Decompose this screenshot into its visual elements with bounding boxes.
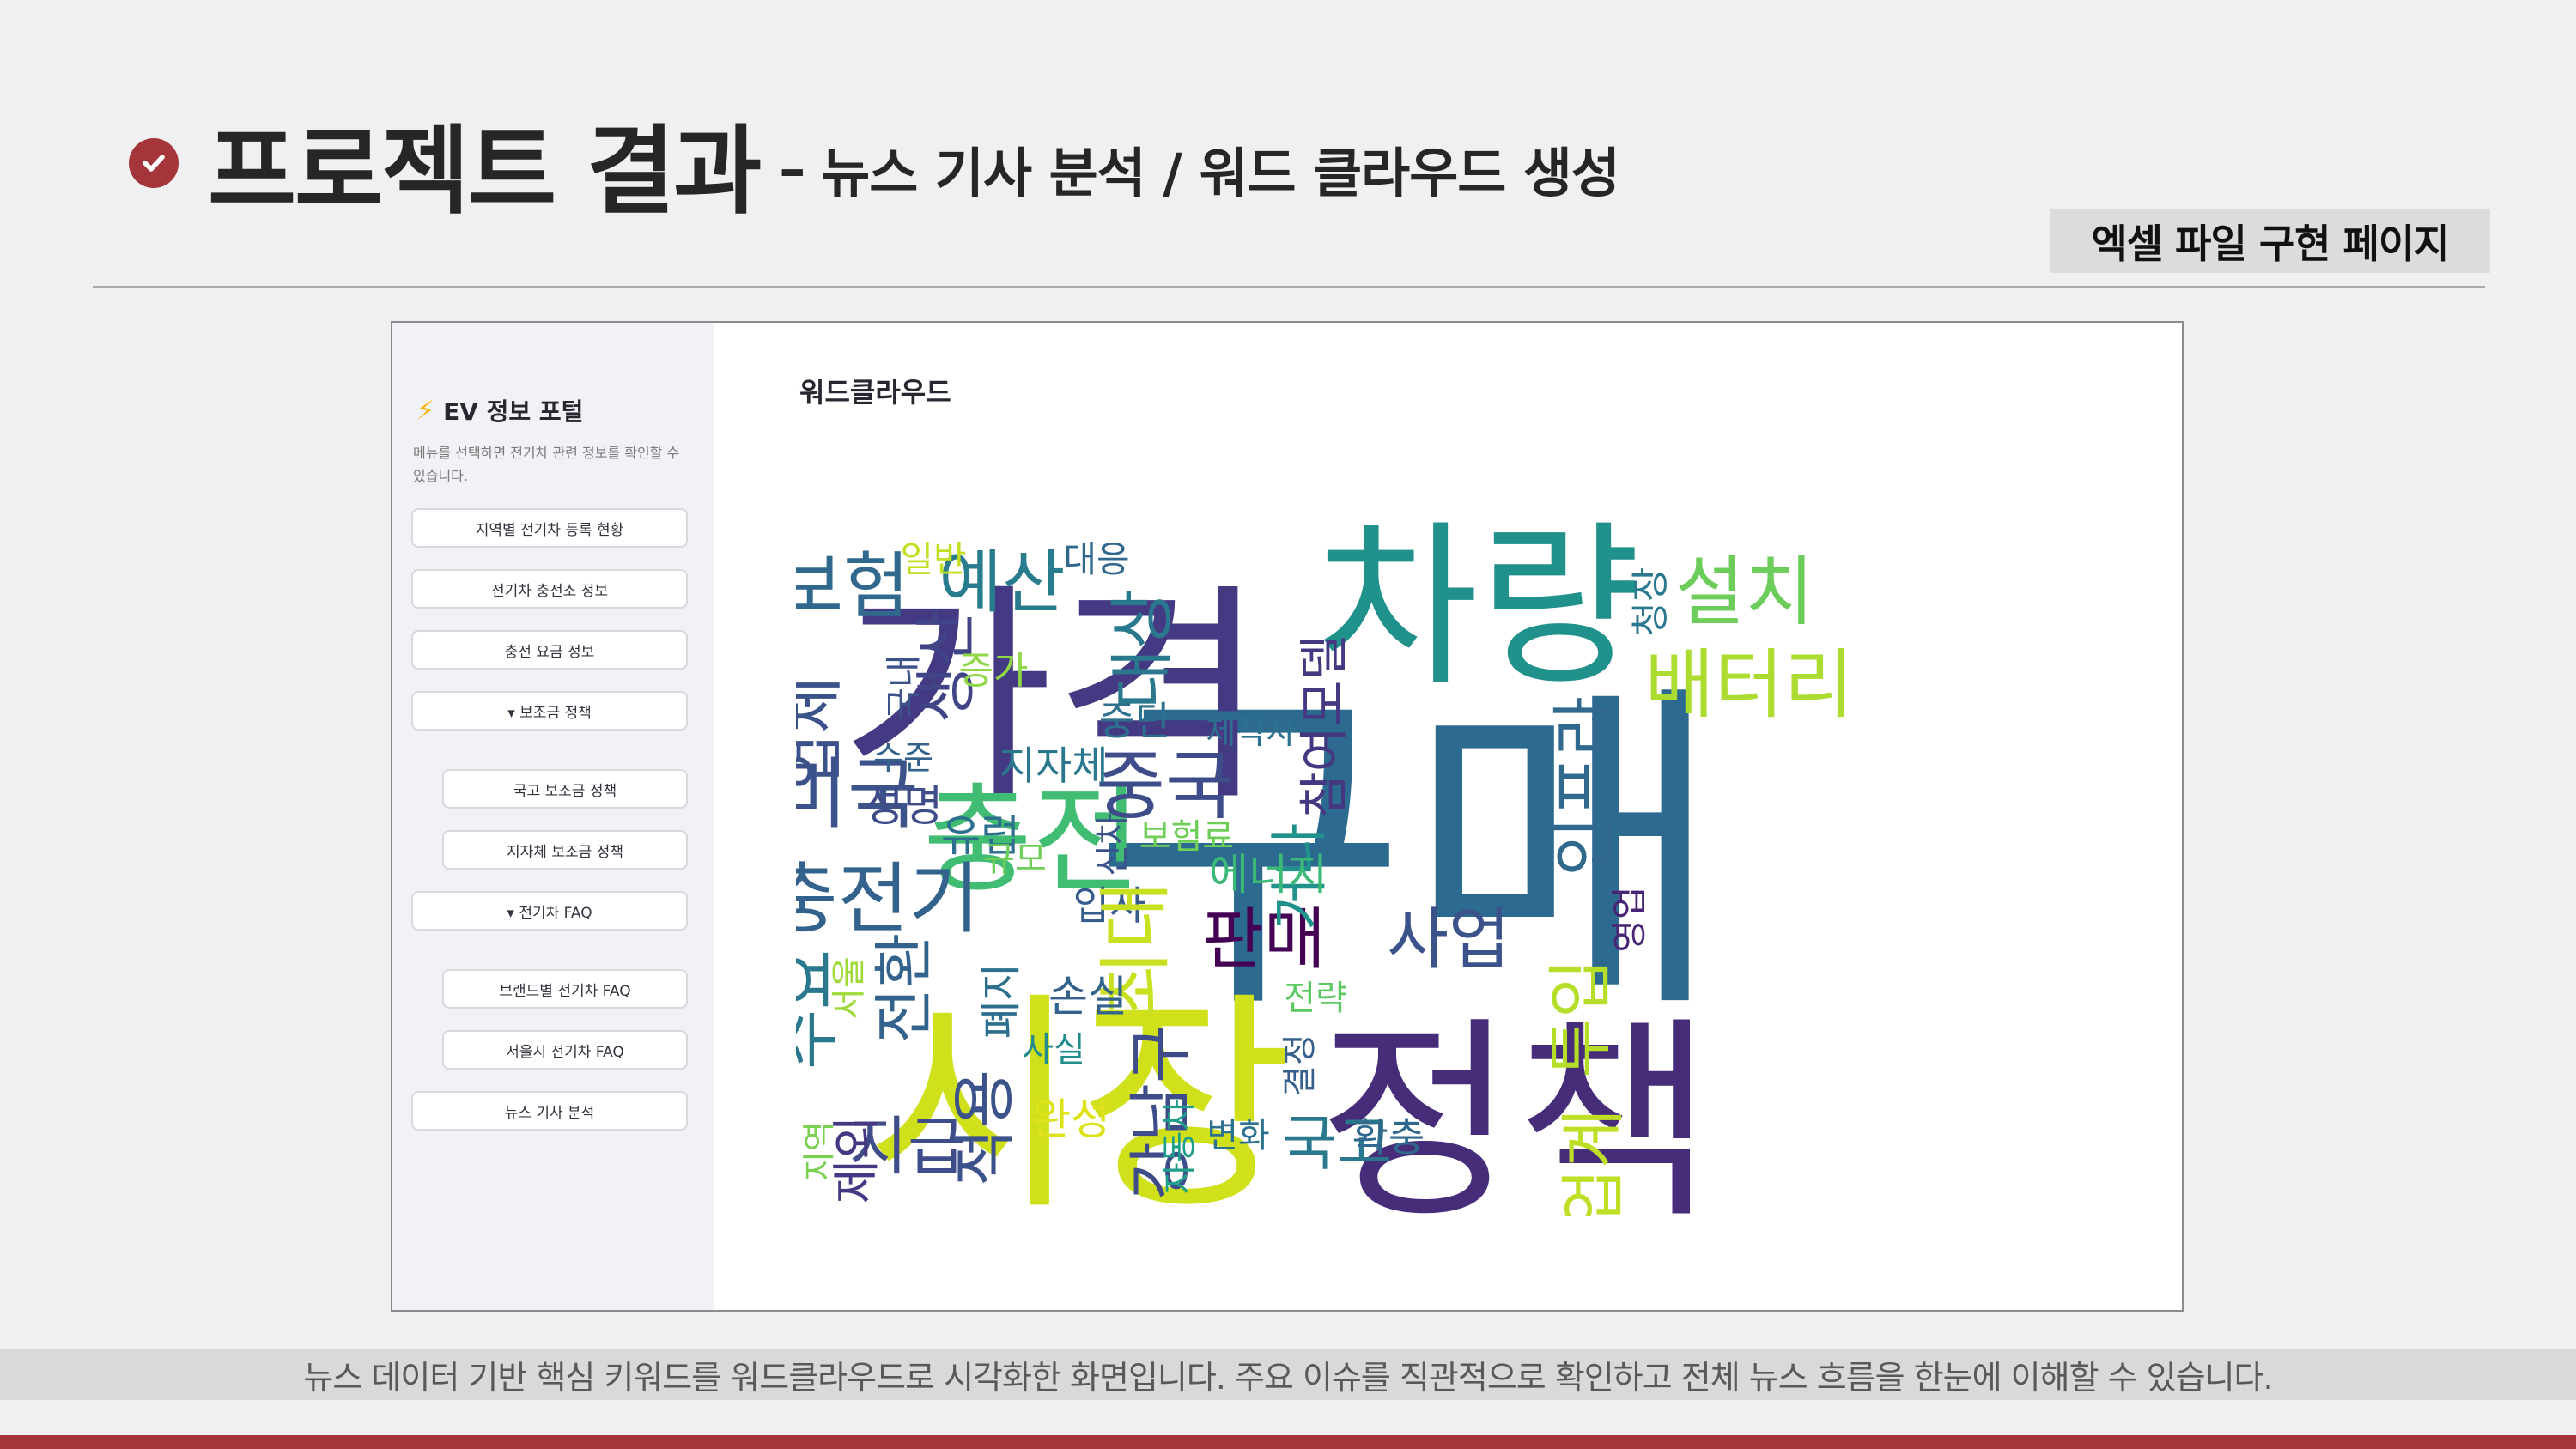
app-screenshot: ⚡ EV 정보 포털 메뉴를 선택하면 전기차 관련 정보를 확인할 수 있습니… bbox=[391, 321, 2184, 1312]
word: 완성 bbox=[1031, 1094, 1110, 1144]
title-separator: – bbox=[779, 136, 806, 200]
menu-charging-fees[interactable]: 충전 요금 정보 bbox=[411, 630, 688, 670]
word: 결정 bbox=[1280, 1034, 1320, 1097]
menu-charging-stations[interactable]: 전기차 충전소 정보 bbox=[411, 569, 688, 609]
word: 인프라 bbox=[1546, 696, 1623, 876]
caption-bar: 뉴스 데이터 기반 핵심 키워드를 워드클라우드로 시각화한 화면입니다. 주요… bbox=[0, 1349, 2576, 1400]
word: 업체 bbox=[796, 676, 849, 790]
menu-ev-faq[interactable]: ▾ 전기차 FAQ bbox=[411, 891, 688, 931]
wordcloud-heading: 워드클라우드 bbox=[799, 376, 951, 409]
word: 사실 bbox=[1022, 1030, 1085, 1070]
menu-national-subsidy[interactable]: 국고 보조금 정책 bbox=[442, 769, 688, 809]
word: 제작사 bbox=[1206, 713, 1297, 751]
check-circle-icon bbox=[129, 138, 179, 188]
word: 보험 bbox=[796, 544, 909, 628]
word: 청장 bbox=[1629, 567, 1673, 637]
lightning-icon: ⚡ bbox=[416, 395, 435, 426]
word: 자동차 bbox=[1160, 1100, 1200, 1194]
menu-brand-faq[interactable]: 브랜드별 전기차 FAQ bbox=[442, 969, 688, 1009]
word: 충전기 bbox=[796, 854, 980, 944]
word: 서울 bbox=[829, 956, 869, 1020]
word: 사업 bbox=[1387, 901, 1510, 979]
word: 설치 bbox=[1675, 548, 1814, 636]
bottom-accent-bar bbox=[0, 1435, 2576, 1449]
word: 수준 bbox=[873, 739, 933, 777]
word: 지자체 bbox=[999, 743, 1109, 789]
word: 전략 bbox=[1284, 979, 1347, 1018]
word: 손실 bbox=[1048, 972, 1127, 1022]
word: 적용 bbox=[948, 1070, 1022, 1186]
word: 참여모델 bbox=[1295, 634, 1353, 817]
word: 확충 bbox=[1352, 1114, 1425, 1161]
title-row: 프로젝트 결과 – 뉴스 기사 분석 / 워드 클라우드 생성 bbox=[129, 103, 1620, 227]
menu-subsidy-policy[interactable]: ▾ 보조금 정책 bbox=[411, 691, 688, 731]
word: 국내 bbox=[883, 654, 925, 720]
word: 변화 bbox=[1206, 1116, 1270, 1155]
word: 배터리 bbox=[1645, 640, 1854, 729]
word: 대상 bbox=[1104, 589, 1181, 709]
slide-title: 프로젝트 결과 bbox=[208, 116, 762, 227]
wordcloud-image: 구매 가격 시장 정책 차량 충전 배터리 설치 보험 예산 대상 충전기 미국… bbox=[796, 506, 1854, 1216]
word: 대응 bbox=[1063, 538, 1129, 580]
word: 영업 bbox=[1608, 886, 1650, 952]
word: 투입 bbox=[1542, 958, 1619, 1078]
word: 에너지 bbox=[1209, 850, 1327, 900]
portal-description: 메뉴를 선택하면 전기차 관련 정보를 확인할 수 있습니다. bbox=[413, 445, 680, 484]
menu-local-subsidy[interactable]: 지자체 보조금 정책 bbox=[442, 830, 688, 870]
menu-region-registration[interactable]: 지역별 전기차 등록 현황 bbox=[411, 508, 688, 548]
word: 차량 bbox=[1316, 506, 1640, 710]
word: 성명 bbox=[864, 781, 943, 831]
word: 폐지 bbox=[977, 963, 1025, 1039]
slide-subtitle: 뉴스 기사 분석 / 워드 클라우드 생성 bbox=[821, 142, 1620, 204]
word: 규모 bbox=[983, 840, 1047, 879]
menu-seoul-faq[interactable]: 서울시 전기차 FAQ bbox=[442, 1030, 688, 1070]
word: 중단 bbox=[1099, 698, 1172, 744]
sidebar: ⚡ EV 정보 포털 메뉴를 선택하면 전기차 관련 정보를 확인할 수 있습니… bbox=[392, 323, 714, 1310]
portal-title: ⚡ EV 정보 포털 bbox=[416, 393, 583, 427]
word: 정책 bbox=[1318, 997, 1713, 1216]
portal-title-text: EV 정보 포털 bbox=[443, 397, 584, 426]
menu-news-analysis[interactable]: 뉴스 기사 분석 bbox=[411, 1091, 688, 1131]
word: 제외 bbox=[829, 1115, 885, 1203]
word: 증가 bbox=[959, 649, 1029, 693]
excel-page-badge: 엑셀 파일 구현 페이지 bbox=[2050, 209, 2490, 273]
word: 전환 bbox=[869, 933, 939, 1044]
word: 업계 bbox=[1555, 1108, 1631, 1216]
title-divider bbox=[93, 286, 2485, 288]
word: 신차 bbox=[1093, 813, 1133, 876]
caption-text: 뉴스 데이터 기반 핵심 키워드를 워드클라우드로 시각화한 화면입니다. 주요… bbox=[303, 1358, 2273, 1397]
word: 일반 bbox=[900, 538, 966, 580]
